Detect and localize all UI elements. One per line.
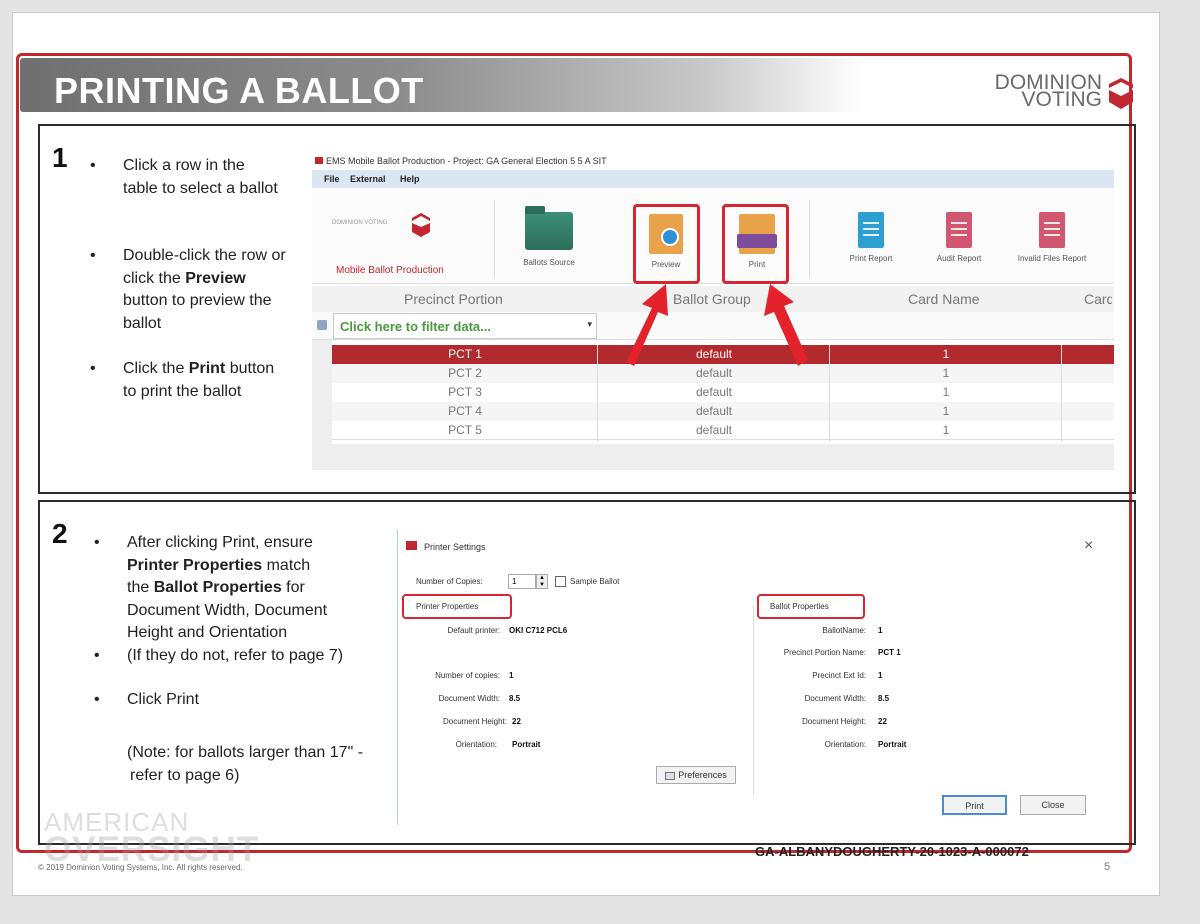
ballots-source-button[interactable]: Ballots Source bbox=[518, 206, 580, 267]
printer-settings-icon bbox=[406, 541, 417, 550]
step-2-number: 2 bbox=[52, 518, 68, 549]
audit-report-icon bbox=[946, 212, 972, 248]
copies-label: Number of Copies: bbox=[416, 577, 483, 586]
app-icon bbox=[315, 157, 323, 164]
sample-ballot-label: Sample Ballot bbox=[570, 577, 620, 586]
column-card[interactable]: Card bbox=[1084, 291, 1112, 307]
sample-ballot-checkbox[interactable] bbox=[555, 576, 566, 587]
filter-icon bbox=[317, 320, 327, 330]
table-row[interactable]: PCT 3 default 1 bbox=[332, 383, 1114, 402]
dominion-logo-icon bbox=[412, 213, 430, 237]
arrow-to-preview-icon bbox=[626, 284, 668, 366]
filter-input[interactable]: Click here to filter data... ▾ bbox=[333, 313, 597, 339]
printer-properties-highlight bbox=[402, 594, 512, 619]
column-precinct-portion[interactable]: Precinct Portion bbox=[404, 291, 503, 307]
column-card-name[interactable]: Card Name bbox=[908, 291, 980, 307]
step-1-number: 1 bbox=[52, 142, 68, 173]
printer-icon bbox=[665, 771, 676, 780]
report-icon bbox=[858, 212, 884, 248]
menu-external[interactable]: External bbox=[350, 174, 386, 184]
invalid-files-report-button[interactable]: Invalid Files Report bbox=[1004, 212, 1100, 263]
preview-highlight-box bbox=[633, 204, 700, 284]
watermark: AMERICAN OVERSIGHT bbox=[44, 807, 260, 869]
page-number: 5 bbox=[1104, 861, 1111, 873]
preferences-button[interactable]: Preferences bbox=[656, 766, 736, 784]
dominion-logo-icon bbox=[1109, 78, 1133, 109]
table-row[interactable]: PCT 4 default 1 bbox=[332, 402, 1114, 421]
bullet-text: Click a row in the table to select a bal… bbox=[123, 157, 278, 197]
note-text: (Note: for ballots larger than 17" - ref… bbox=[127, 744, 364, 784]
menu-file[interactable]: File bbox=[324, 174, 340, 184]
folder-icon bbox=[525, 206, 573, 250]
copies-spinner[interactable]: ▲ ▼ bbox=[536, 574, 548, 589]
document-id: GA-ALBANYDOUGHERTY-20-1023-A-000072 bbox=[755, 844, 1029, 859]
app-logo-text: DOMINION VOTING bbox=[332, 220, 388, 226]
menu-help[interactable]: Help bbox=[400, 174, 420, 184]
dropdown-arrow-icon: ▾ bbox=[587, 319, 592, 329]
brand-logo-text: DOMINION VOTING bbox=[994, 71, 1102, 111]
menu-bar: File External Help bbox=[312, 170, 1114, 188]
ballot-properties-highlight bbox=[757, 594, 865, 619]
print-button[interactable]: Print bbox=[942, 795, 1007, 815]
callout-arrows bbox=[626, 284, 808, 366]
audit-report-button[interactable]: Audit Report bbox=[928, 212, 990, 263]
print-report-button[interactable]: Print Report bbox=[840, 212, 902, 263]
close-icon[interactable]: × bbox=[1084, 537, 1093, 555]
invalid-files-icon bbox=[1039, 212, 1065, 248]
dialog-title: Printer Settings bbox=[424, 542, 486, 552]
copies-input[interactable]: 1 bbox=[508, 574, 536, 589]
close-button[interactable]: Close bbox=[1020, 795, 1086, 815]
slide-title: PRINTING A BALLOT bbox=[54, 70, 424, 111]
table-row[interactable]: PCT 5 default 1 bbox=[332, 421, 1114, 440]
copyright: © 2019 Dominion Voting Systems, Inc. All… bbox=[38, 863, 243, 872]
product-label: Mobile Ballot Production bbox=[336, 265, 444, 276]
arrow-to-print-icon bbox=[764, 284, 808, 366]
print-highlight-box bbox=[722, 204, 789, 284]
window-title: EMS Mobile Ballot Production - Project: … bbox=[326, 156, 607, 166]
